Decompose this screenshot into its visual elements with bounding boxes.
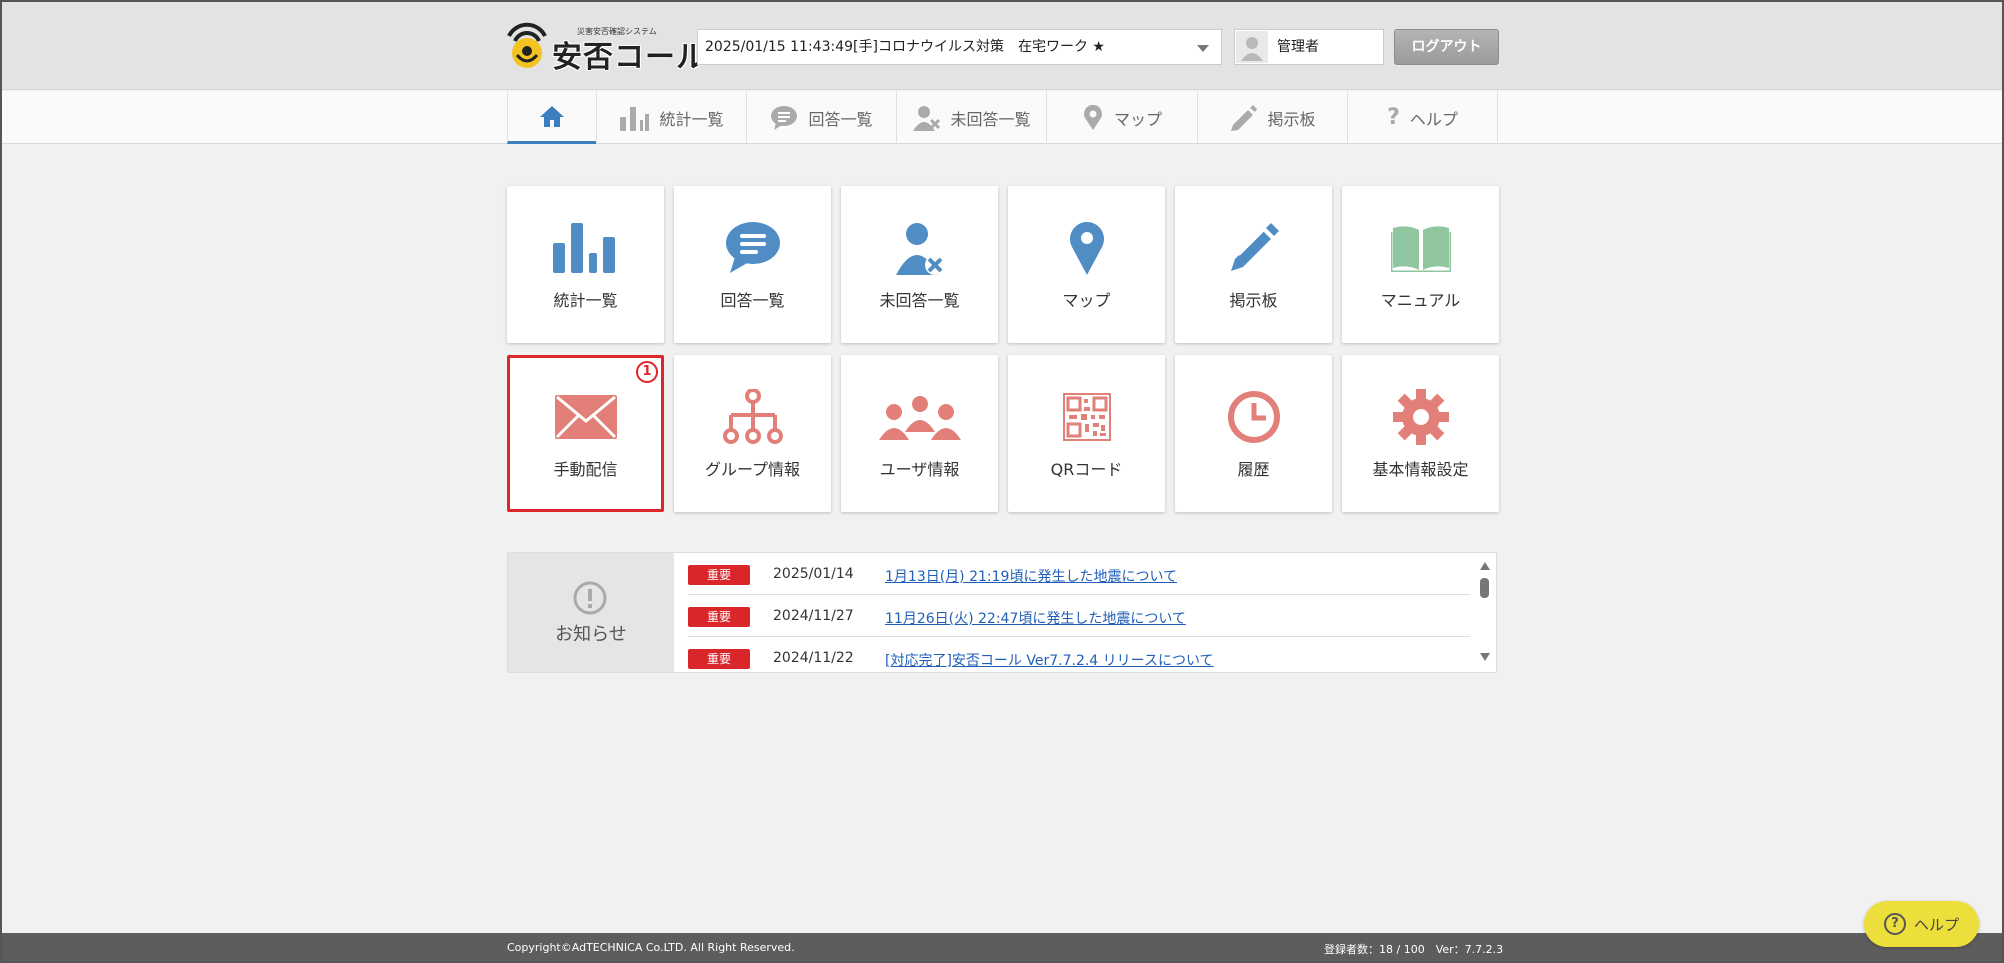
notice-date: 2024/11/22 bbox=[773, 650, 854, 666]
notice-link[interactable]: [対応完了]安否コール Ver7.7.2.4 リリースについて bbox=[885, 650, 1214, 670]
scroll-up-icon[interactable] bbox=[1480, 562, 1490, 570]
tile-unanswered[interactable]: 未回答一覧 bbox=[841, 186, 998, 343]
tile-basic-settings-label: 基本情報設定 bbox=[1372, 460, 1469, 479]
importance-badge: 重要 bbox=[688, 607, 750, 627]
tile-answers[interactable]: 回答一覧 bbox=[674, 186, 831, 343]
tab-help-label: ヘルプ bbox=[1409, 109, 1458, 129]
tab-answers[interactable]: 回答一覧 bbox=[746, 91, 896, 144]
tile-history-label: 履歴 bbox=[1237, 460, 1270, 479]
tile-basic-settings[interactable]: 基本情報設定 bbox=[1342, 355, 1499, 512]
notice-scrollbar[interactable] bbox=[1474, 553, 1494, 672]
tab-unanswered-label: 未回答一覧 bbox=[950, 109, 1031, 129]
situation-select[interactable]: 2025/01/15 11:43:49[手]コロナウイルス対策 在宅ワーク ★ bbox=[697, 29, 1222, 65]
home-icon bbox=[539, 104, 565, 128]
alert-icon bbox=[572, 580, 608, 620]
tab-home[interactable] bbox=[507, 91, 596, 144]
question-icon: ? bbox=[1883, 913, 1906, 935]
tile-history[interactable]: 履歴 bbox=[1175, 355, 1332, 512]
chat-bubble-icon bbox=[674, 220, 831, 276]
tab-help[interactable]: ? ヘルプ bbox=[1347, 91, 1498, 144]
tab-board[interactable]: 掲示板 bbox=[1197, 91, 1347, 144]
tab-unanswered[interactable]: 未回答一覧 bbox=[896, 91, 1046, 144]
pencil-icon bbox=[1175, 220, 1332, 276]
tile-group-info-label: グループ情報 bbox=[704, 460, 801, 479]
tab-answers-label: 回答一覧 bbox=[808, 109, 873, 129]
avatar-icon bbox=[1236, 31, 1268, 63]
notice-header: お知らせ bbox=[508, 553, 674, 672]
user-menu[interactable]: 管理者 bbox=[1234, 29, 1384, 65]
list-item: 重要 2024/11/27 11月26日(火) 22:47頃に発生した地震につい… bbox=[688, 595, 1470, 637]
tile-manual-send-label: 手動配信 bbox=[553, 460, 618, 479]
tile-unanswered-label: 未回答一覧 bbox=[879, 291, 960, 310]
user-x-icon bbox=[841, 220, 998, 276]
main-nav: 統計一覧 回答一覧 未回答一覧 マップ 掲示板 ? ヘルプ bbox=[2, 91, 2002, 144]
map-pin-icon bbox=[1008, 220, 1165, 276]
user-x-icon bbox=[912, 105, 941, 131]
tab-board-label: 掲示板 bbox=[1267, 109, 1316, 129]
app-header: 災害安否確認システム 安否コール 2025/01/15 11:43:49[手]コ… bbox=[2, 2, 2002, 90]
map-pin-icon bbox=[1082, 104, 1104, 131]
tile-map-label: マップ bbox=[1062, 291, 1111, 310]
tile-qr-code-label: QRコード bbox=[1050, 460, 1123, 479]
list-item: 重要 2024/11/22 [対応完了]安否コール Ver7.7.2.4 リリー… bbox=[688, 637, 1470, 672]
tile-stats[interactable]: 統計一覧 bbox=[507, 186, 664, 343]
tab-stats-label: 統計一覧 bbox=[659, 109, 724, 129]
logout-button[interactable]: ログアウト bbox=[1394, 29, 1499, 65]
tile-group-info[interactable]: グループ情報 bbox=[674, 355, 831, 512]
tile-manual-label: マニュアル bbox=[1380, 291, 1461, 310]
floating-help-label: ヘルプ bbox=[1913, 915, 1959, 934]
bar-chart-icon bbox=[619, 105, 650, 131]
notice-link[interactable]: 1月13日(月) 21:19頃に発生した地震について bbox=[885, 566, 1177, 586]
registration-stats: 登録者数：18 / 100 Ver：7.7.2.3 bbox=[1324, 943, 1504, 956]
floating-help-button[interactable]: ? ヘルプ bbox=[1864, 901, 1979, 947]
tile-stats-label: 統計一覧 bbox=[553, 291, 618, 310]
qr-code-icon bbox=[1008, 389, 1165, 445]
tile-board[interactable]: 掲示板 bbox=[1175, 186, 1332, 343]
envelope-icon bbox=[510, 389, 661, 445]
notification-badge: 1 bbox=[636, 361, 658, 383]
tile-manual[interactable]: マニュアル bbox=[1342, 186, 1499, 343]
chat-bubble-icon bbox=[770, 105, 798, 131]
question-icon: ? bbox=[1387, 105, 1400, 130]
tile-user-info[interactable]: ユーザ情報 bbox=[841, 355, 998, 512]
logo-text: 安否コール bbox=[552, 40, 707, 75]
tile-qr-code[interactable]: QRコード bbox=[1008, 355, 1165, 512]
pencil-icon bbox=[1229, 104, 1258, 131]
user-name: 管理者 bbox=[1277, 39, 1319, 55]
logo-mark-icon bbox=[505, 22, 549, 74]
notice-date: 2024/11/27 bbox=[773, 608, 854, 624]
notice-link[interactable]: 11月26日(火) 22:47頃に発生した地震について bbox=[885, 608, 1186, 628]
tile-answers-label: 回答一覧 bbox=[720, 291, 785, 310]
copyright: Copyright©AdTECHNICA Co.LTD. All Right R… bbox=[507, 941, 795, 954]
scroll-down-icon[interactable] bbox=[1480, 653, 1490, 661]
tab-map[interactable]: マップ bbox=[1046, 91, 1197, 144]
notice-list: 重要 2025/01/14 1月13日(月) 21:19頃に発生した地震について… bbox=[688, 553, 1470, 672]
scroll-thumb[interactable] bbox=[1480, 578, 1489, 598]
importance-badge: 重要 bbox=[688, 649, 750, 669]
list-item: 重要 2025/01/14 1月13日(月) 21:19頃に発生した地震について bbox=[688, 553, 1470, 595]
importance-badge: 重要 bbox=[688, 565, 750, 585]
tile-board-label: 掲示板 bbox=[1229, 291, 1278, 310]
users-icon bbox=[841, 389, 998, 445]
situation-select-value: 2025/01/15 11:43:49[手]コロナウイルス対策 在宅ワーク ★ bbox=[705, 39, 1105, 55]
notice-panel: お知らせ 重要 2025/01/14 1月13日(月) 21:19頃に発生した地… bbox=[507, 552, 1497, 673]
tab-map-label: マップ bbox=[1113, 109, 1162, 129]
bar-chart-icon bbox=[507, 220, 664, 276]
footer: Copyright©AdTECHNICA Co.LTD. All Right R… bbox=[2, 933, 2002, 961]
group-tree-icon bbox=[674, 389, 831, 445]
chevron-down-icon bbox=[1197, 45, 1209, 52]
tile-map[interactable]: マップ bbox=[1008, 186, 1165, 343]
clock-icon bbox=[1175, 389, 1332, 445]
tile-manual-send[interactable]: 1 手動配信 bbox=[507, 355, 664, 512]
notice-date: 2025/01/14 bbox=[773, 566, 854, 582]
notice-title: お知らせ bbox=[555, 624, 627, 645]
book-icon bbox=[1342, 220, 1499, 276]
tile-user-info-label: ユーザ情報 bbox=[879, 460, 960, 479]
gear-icon bbox=[1342, 389, 1499, 445]
tab-stats[interactable]: 統計一覧 bbox=[596, 91, 746, 144]
